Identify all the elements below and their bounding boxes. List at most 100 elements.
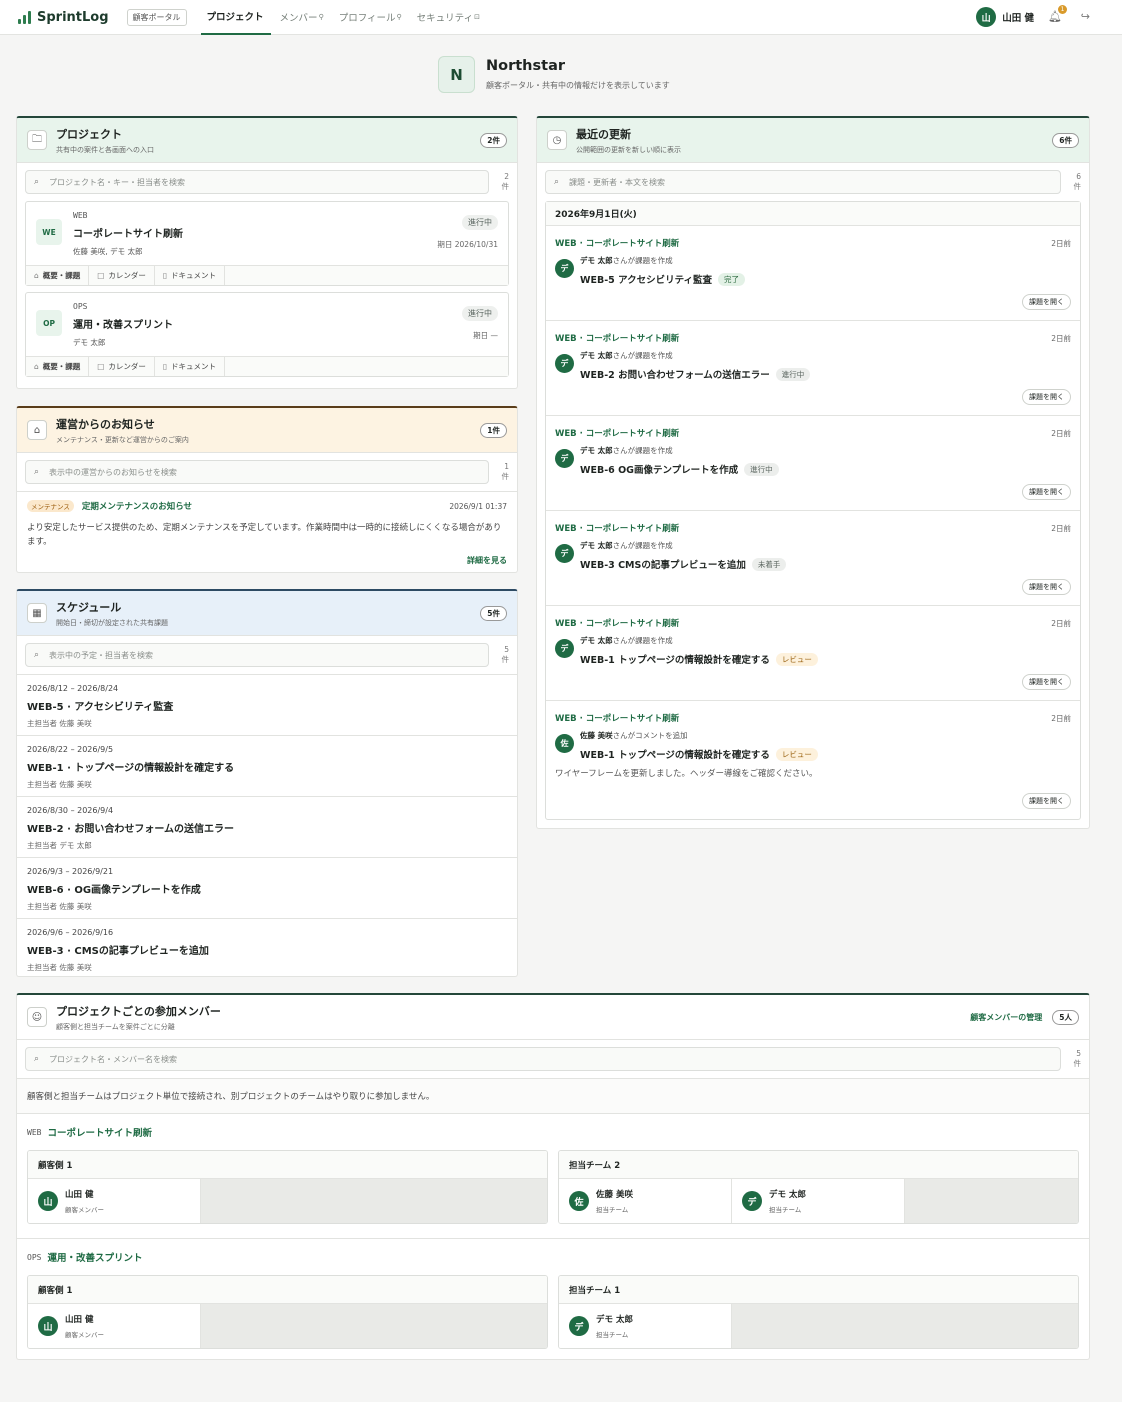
projects-card: 🗀 プロジェクト 共有中の案件と各画面への入口 2件 ⌕ プロジェクト名・キー・担当… <box>16 116 518 389</box>
avatar: 山 <box>38 1191 58 1211</box>
update-issue[interactable]: WEB-3 CMSの記事プレビューを追加 <box>580 557 746 571</box>
member-role: 担当チーム <box>596 1206 629 1214</box>
update-item: WEB · コーポレートサイト刷新 2日前佐佐藤 美咲さんがコメントを追加 WEB-… <box>546 701 1080 819</box>
update-item: WEB · コーポレートサイト刷新 2日前デデモ 太郎さんが課題を作成 WEB-5 … <box>546 226 1080 321</box>
search-count: 5件 <box>1073 1049 1082 1068</box>
logo-bars-icon <box>18 10 31 24</box>
update-issue[interactable]: WEB-6 OG画像テンプレートを作成 <box>580 462 738 476</box>
open-issue-button[interactable]: 課題を開く <box>1022 484 1071 500</box>
column-heading: 担当チーム 2 <box>559 1151 1078 1179</box>
update-issue[interactable]: WEB-1 トップページの情報設計を確定する <box>580 652 770 666</box>
nav-security[interactable]: セキュリティ ⊡ <box>411 0 486 35</box>
search-count: 5件 <box>501 645 510 664</box>
members-search-input[interactable]: ⌕ プロジェクト名・メンバー名を検索 <box>25 1047 1061 1071</box>
project-name[interactable]: 運用・改善スプリント <box>73 316 173 331</box>
member-cell[interactable]: デデモ 太郎 担当チーム <box>559 1304 732 1348</box>
manage-members-link[interactable]: 顧客メンバーの管理 <box>970 1012 1042 1023</box>
member-name: 山田 健 <box>65 1315 94 1325</box>
open-issue-button[interactable]: 課題を開く <box>1022 674 1071 690</box>
tab-calendar[interactable]: □ カレンダー <box>89 357 155 376</box>
member-role: 顧客メンバー <box>65 1206 104 1214</box>
schedule-item[interactable]: 2026/8/12 – 2026/8/24 WEB-5 · アクセシビリティ監査主… <box>17 674 517 735</box>
team-column: 担当チーム 1 デデモ 太郎 担当チーム <box>558 1275 1079 1349</box>
document-icon: ▯ <box>162 271 167 280</box>
notifications-button[interactable]: 🔔︎ 1 <box>1048 5 1067 24</box>
open-issue-button[interactable]: 課題を開く <box>1022 793 1071 809</box>
update-actor-line: デモ 太郎さんが課題を作成 <box>580 636 673 645</box>
app-name: SprintLog <box>37 9 109 25</box>
team-column: 担当チーム 2 佐佐藤 美咲 担当チームデデモ 太郎 担当チーム <box>558 1150 1079 1224</box>
tab-overview[interactable]: ⌂ 概要・課題 <box>26 266 90 285</box>
avatar: デ <box>555 544 574 563</box>
update-issue[interactable]: WEB-5 アクセシビリティ監査 <box>580 272 712 286</box>
notice-search-input[interactable]: ⌕ 表示中の運営からのお知らせを検索 <box>25 460 489 484</box>
avatar: デ <box>555 354 574 373</box>
tab-documents[interactable]: ▯ ドキュメント <box>155 357 225 376</box>
update-time: 2日前 <box>1051 619 1071 628</box>
avatar: デ <box>555 259 574 278</box>
schedule-item[interactable]: 2026/8/22 – 2026/9/5 WEB-1 · トップページの情報設計を… <box>17 735 517 796</box>
card-subtitle: 共有中の案件と各画面への入口 <box>56 145 154 154</box>
logout-icon[interactable]: ↪ <box>1081 10 1090 23</box>
update-project[interactable]: WEB · コーポレートサイト刷新 <box>555 712 679 724</box>
tab-calendar[interactable]: □ カレンダー <box>89 266 155 285</box>
schedule-item[interactable]: 2026/8/30 – 2026/9/4 WEB-2 · お問い合わせフォームの送… <box>17 796 517 857</box>
document-icon: ▯ <box>162 362 167 371</box>
project-item[interactable]: OP OPS 運用・改善スプリント デモ 太郎 進行中 期日 — ⌂ 概要・課題 … <box>25 292 509 377</box>
nav-members[interactable]: メンバー ⚲ <box>274 0 330 35</box>
card-subtitle: メンテナンス・更新など運営からのご案内 <box>56 435 189 444</box>
update-project[interactable]: WEB · コーポレートサイト刷新 <box>555 237 679 249</box>
update-issue[interactable]: WEB-1 トップページの情報設計を確定する <box>580 747 770 761</box>
member-cell[interactable]: 山山田 健顧客メンバー <box>28 1304 201 1348</box>
nav-projects[interactable]: プロジェクト <box>200 0 271 35</box>
update-project[interactable]: WEB · コーポレートサイト刷新 <box>555 522 679 534</box>
members-note: 顧客側と担当チームはプロジェクト単位で接続され、別プロジェクトのチームはやり取り… <box>17 1078 1089 1114</box>
update-issue[interactable]: WEB-2 お問い合わせフォームの送信エラー <box>580 367 770 381</box>
schedule-item[interactable]: 2026/9/3 – 2026/9/21 WEB-6 · OG画像テンプレートを作… <box>17 857 517 918</box>
nav-profile[interactable]: プロフィール ⚲ <box>333 0 408 35</box>
bell-icon: ⌂ <box>27 420 47 440</box>
open-issue-button[interactable]: 課題を開く <box>1022 389 1071 405</box>
tenant-name: Northstar <box>486 58 565 74</box>
avatar: 山 <box>976 7 997 27</box>
project-item[interactable]: WE WEB コーポレートサイト刷新 佐藤 美咲, デモ 太郎 進行中 期日 2… <box>25 201 509 286</box>
updates-search-input[interactable]: ⌕ 課題・更新者・本文を検索 <box>545 170 1061 194</box>
status-badge: 進行中 <box>744 462 779 476</box>
notice-title[interactable]: 定期メンテナンスのお知らせ <box>82 500 192 512</box>
count-badge: 5件 <box>480 605 507 621</box>
notice-more-link[interactable]: 詳細を見る <box>27 555 507 566</box>
user-menu[interactable]: 山 山田 健 <box>976 7 1034 27</box>
member-cell[interactable]: デデモ 太郎 担当チーム <box>732 1179 905 1223</box>
project-key: OPS <box>73 302 88 311</box>
tab-overview[interactable]: ⌂ 概要・課題 <box>26 357 90 376</box>
customer-column: 顧客側 1 山山田 健顧客メンバー <box>27 1275 548 1349</box>
schedule-item[interactable]: 2026/9/6 – 2026/9/16 WEB-3 · CMSの記事プレビューを… <box>17 918 517 976</box>
main-nav: プロジェクト メンバー ⚲ プロフィール ⚲ セキュリティ ⊡ <box>200 0 489 35</box>
search-icon: ⌕ <box>34 177 40 187</box>
update-time: 2日前 <box>1051 714 1071 723</box>
card-title: プロジェクト <box>56 127 122 141</box>
project-name[interactable]: 運用・改善スプリント <box>47 1250 142 1264</box>
project-name[interactable]: コーポレートサイト刷新 <box>47 1125 152 1139</box>
schedule-search-input[interactable]: ⌕ 表示中の予定・担当者を検索 <box>25 643 489 667</box>
update-project[interactable]: WEB · コーポレートサイト刷新 <box>555 427 679 439</box>
update-project[interactable]: WEB · コーポレートサイト刷新 <box>555 617 679 629</box>
project-name[interactable]: コーポレートサイト刷新 <box>73 225 183 240</box>
tab-documents[interactable]: ▯ ドキュメント <box>155 266 225 285</box>
open-issue-button[interactable]: 課題を開く <box>1022 294 1071 310</box>
open-issue-button[interactable]: 課題を開く <box>1022 579 1071 595</box>
column-heading: 顧客側 1 <box>28 1276 547 1304</box>
member-project: OPS 運用・改善スプリント 顧客側 1 山山田 健顧客メンバー 担当チーム 1 デデモ … <box>17 1239 1089 1359</box>
update-time: 2日前 <box>1051 239 1071 248</box>
member-cell[interactable]: 山山田 健顧客メンバー <box>28 1179 201 1223</box>
app-logo[interactable]: SprintLog <box>18 10 109 25</box>
member-cell[interactable]: 佐佐藤 美咲 担当チーム <box>559 1179 732 1223</box>
avatar: 佐 <box>569 1191 589 1211</box>
card-title: プロジェクトごとの参加メンバー <box>56 1004 221 1018</box>
avatar: 佐 <box>555 734 574 753</box>
project-search-input[interactable]: ⌕ プロジェクト名・キー・担当者を検索 <box>25 170 489 194</box>
notice-body: より安定したサービス提供のため、定期メンテナンスを予定しています。作業時間中は一… <box>27 523 502 547</box>
update-item: WEB · コーポレートサイト刷新 2日前デデモ 太郎さんが課題を作成 WEB-3 … <box>546 511 1080 606</box>
update-project[interactable]: WEB · コーポレートサイト刷新 <box>555 332 679 344</box>
users-icon: ☺ <box>27 1007 47 1027</box>
